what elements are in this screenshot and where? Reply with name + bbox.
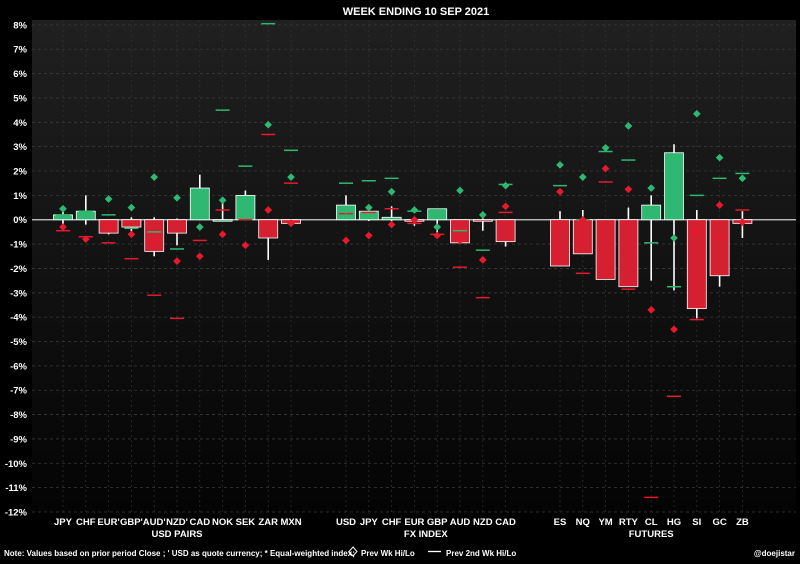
x-tick-label: MXN — [280, 517, 301, 528]
chart: 8% 7% 6% 5% 4% 3% 2% 1% 0% -1% -2% -3% -4% -5% -6% -7% -… — [0, 0, 800, 564]
x-tick-label: YM — [598, 517, 612, 528]
footnote-text: Note: Values based on prior period Close… — [4, 549, 355, 558]
bar — [550, 219, 570, 267]
x-tick-label: CAD — [190, 517, 211, 528]
bar — [167, 219, 187, 234]
diamond-legend-label: Prev Wk Hi/Lo — [361, 549, 415, 558]
y-tick-label: -6% — [10, 361, 27, 372]
y-tick-label: 7% — [13, 45, 27, 56]
x-tick-label: CL — [645, 517, 658, 528]
bar — [641, 204, 662, 221]
x-tick-label: HG — [667, 517, 681, 528]
y-tick-label: 3% — [13, 142, 27, 153]
x-tick-label: JPY — [360, 517, 379, 528]
y-tick-label: -2% — [10, 264, 27, 275]
y-tick-label: -3% — [10, 288, 27, 299]
group-label: USD PAIRS — [151, 529, 202, 540]
y-tick-label: 4% — [13, 118, 27, 129]
x-tick-label: JPY — [54, 517, 73, 528]
y-tick-label: -11% — [5, 483, 27, 494]
group-label: FUTURES — [629, 529, 674, 540]
bar — [189, 187, 210, 221]
x-tick-label: GBP — [427, 517, 448, 528]
x-tick-label: GBP' — [120, 517, 143, 528]
x-tick-label: AUD — [450, 517, 471, 528]
bar — [618, 219, 639, 288]
y-tick-label: -12% — [5, 508, 28, 519]
y-tick-label: -4% — [10, 313, 27, 324]
y-tick-label: -10% — [5, 459, 28, 470]
x-tick-label: NZD' — [166, 517, 188, 528]
x-tick-label: SEK — [236, 517, 256, 528]
x-tick-label: NZD — [473, 517, 493, 528]
y-tick-label: 1% — [13, 191, 27, 202]
x-tick-label: CHF — [382, 517, 402, 528]
y-tick-label: 6% — [13, 69, 27, 80]
x-tick-label: ZB — [736, 517, 749, 528]
bar — [472, 219, 493, 222]
x-tick-label: CHF — [76, 517, 96, 528]
y-tick-label: -1% — [10, 240, 27, 251]
bar — [212, 219, 233, 222]
x-tick-label: AUD' — [143, 517, 166, 528]
x-tick-label: EUR' — [97, 517, 119, 528]
x-tick-label: NQ — [576, 517, 590, 528]
bar — [709, 219, 730, 277]
x-tick-label: NOK — [212, 517, 233, 528]
y-tick-label: -9% — [10, 434, 27, 445]
bar — [144, 219, 165, 252]
bar — [495, 219, 516, 243]
x-tick-label: ZAR — [258, 517, 278, 528]
y-tick-label: 8% — [13, 20, 27, 31]
credit-text: @doejistar — [754, 549, 795, 558]
x-tick-label: USD — [336, 517, 356, 528]
y-tick-label: -5% — [10, 337, 27, 348]
y-tick-label: -8% — [10, 410, 27, 421]
chart-title: WEEK ENDING 10 SEP 2021 — [343, 6, 490, 18]
y-tick-label: 2% — [13, 167, 27, 178]
plot-area — [32, 20, 796, 512]
bar — [572, 219, 593, 255]
x-tick-label: SI — [692, 517, 701, 528]
x-tick-label: EUR — [404, 517, 424, 528]
y-tick-label: -7% — [10, 386, 27, 397]
bar — [664, 152, 684, 221]
line-legend-label: Prev 2nd Wk Hi/Lo — [446, 549, 516, 558]
bar — [121, 219, 142, 228]
bar — [258, 219, 279, 239]
x-tick-label: GC — [712, 517, 726, 528]
bar — [381, 216, 402, 221]
x-tick-label: CAD — [495, 517, 516, 528]
group-label: FX INDEX — [404, 529, 448, 540]
y-tick-label: 0% — [13, 215, 27, 226]
y-tick-label: 5% — [13, 93, 27, 104]
x-tick-label: ES — [554, 517, 567, 528]
bar — [595, 219, 616, 280]
x-tick-label: RTY — [619, 517, 639, 528]
